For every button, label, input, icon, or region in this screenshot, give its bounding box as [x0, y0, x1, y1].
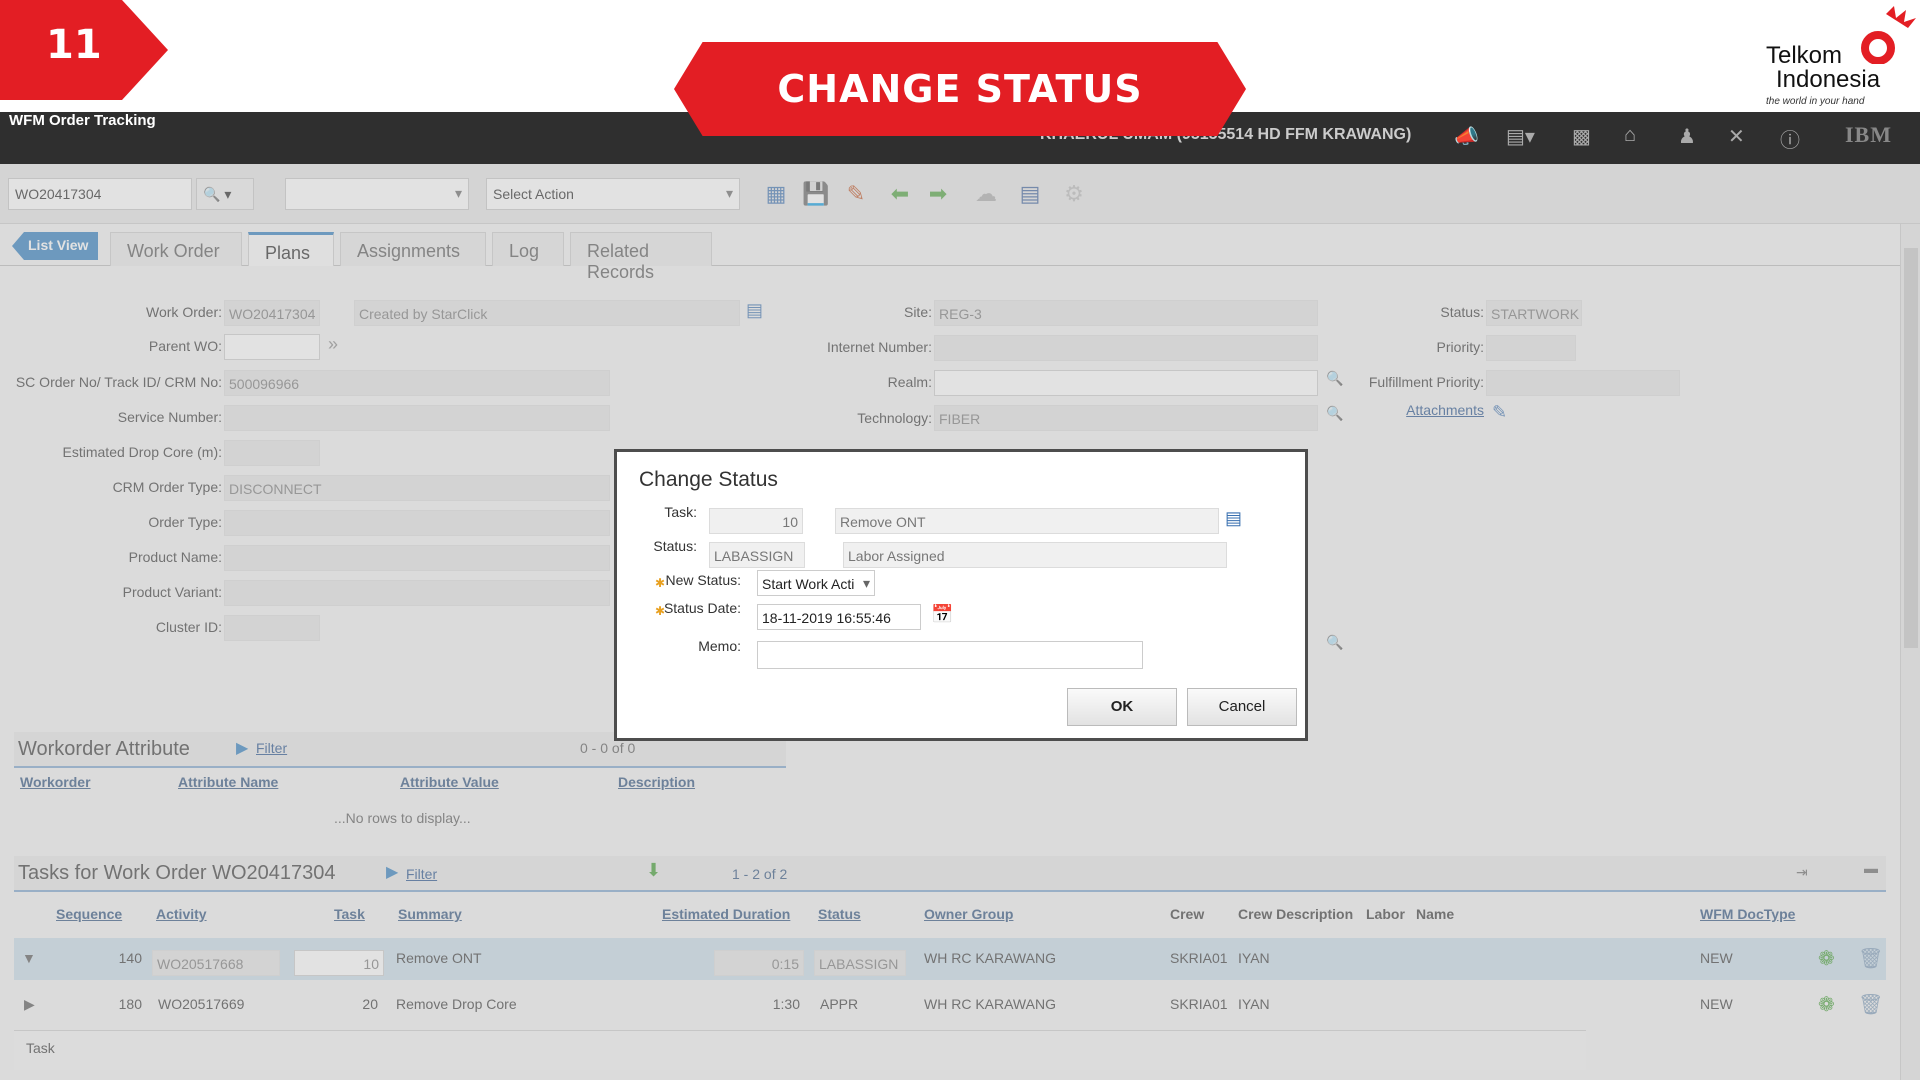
user-icon[interactable]: ♟ [1678, 124, 1696, 149]
telkom-logo: Telkom Indonesia the world in your hand [1760, 4, 1920, 110]
home-icon[interactable]: ⌂ [1624, 124, 1636, 147]
ok-button[interactable]: OK [1067, 688, 1177, 726]
long-description-icon[interactable]: ▤ [1225, 508, 1242, 529]
dialog-title: Change Status [639, 468, 778, 491]
calendar-icon[interactable]: 📅 [931, 604, 953, 625]
memo-input[interactable] [757, 641, 1143, 669]
dialog-status-code: LABASSIGN [709, 542, 805, 568]
step-badge: 11 [0, 0, 168, 100]
dialog-status-desc: Labor Assigned [843, 542, 1227, 568]
megaphone-icon[interactable]: 📣 [1454, 124, 1479, 149]
cancel-button[interactable]: Cancel [1187, 688, 1297, 726]
dialog-task-desc: Remove ONT [835, 508, 1219, 534]
new-status-value: Start Work Acti [762, 576, 855, 592]
bulletin-icon[interactable]: ▤▾ [1506, 124, 1535, 149]
status-date-input[interactable]: 18-11-2019 16:55:46 [757, 604, 921, 630]
logo-tagline: the world in your hand [1766, 96, 1865, 107]
dialog-task-label: Task: [664, 504, 697, 520]
ibm-logo: IBM [1845, 122, 1892, 147]
close-icon[interactable]: ✕ [1728, 124, 1745, 149]
dialog-memo-label: Memo: [698, 638, 741, 654]
help-icon[interactable]: ⓘ [1780, 124, 1800, 153]
app-title: WFM Order Tracking [9, 112, 156, 129]
dialog-task-number: 10 [709, 508, 803, 534]
dialog-new-status-label: New Status: [665, 572, 741, 588]
change-status-dialog: Change Status Task: 10 Remove ONT ▤ Stat… [614, 449, 1308, 741]
new-status-select[interactable]: Start Work Acti ▾ [757, 570, 875, 596]
telkom-logo-icon [1861, 6, 1916, 64]
chevron-down-icon: ▾ [862, 575, 870, 591]
chart-icon[interactable]: ▩ [1572, 124, 1591, 149]
logo-text-indonesia: Indonesia [1776, 66, 1881, 93]
dialog-status-date-label: Status Date: [663, 600, 741, 616]
banner-title: CHANGE STATUS [674, 42, 1246, 136]
dialog-status-label: Status: [653, 538, 697, 554]
